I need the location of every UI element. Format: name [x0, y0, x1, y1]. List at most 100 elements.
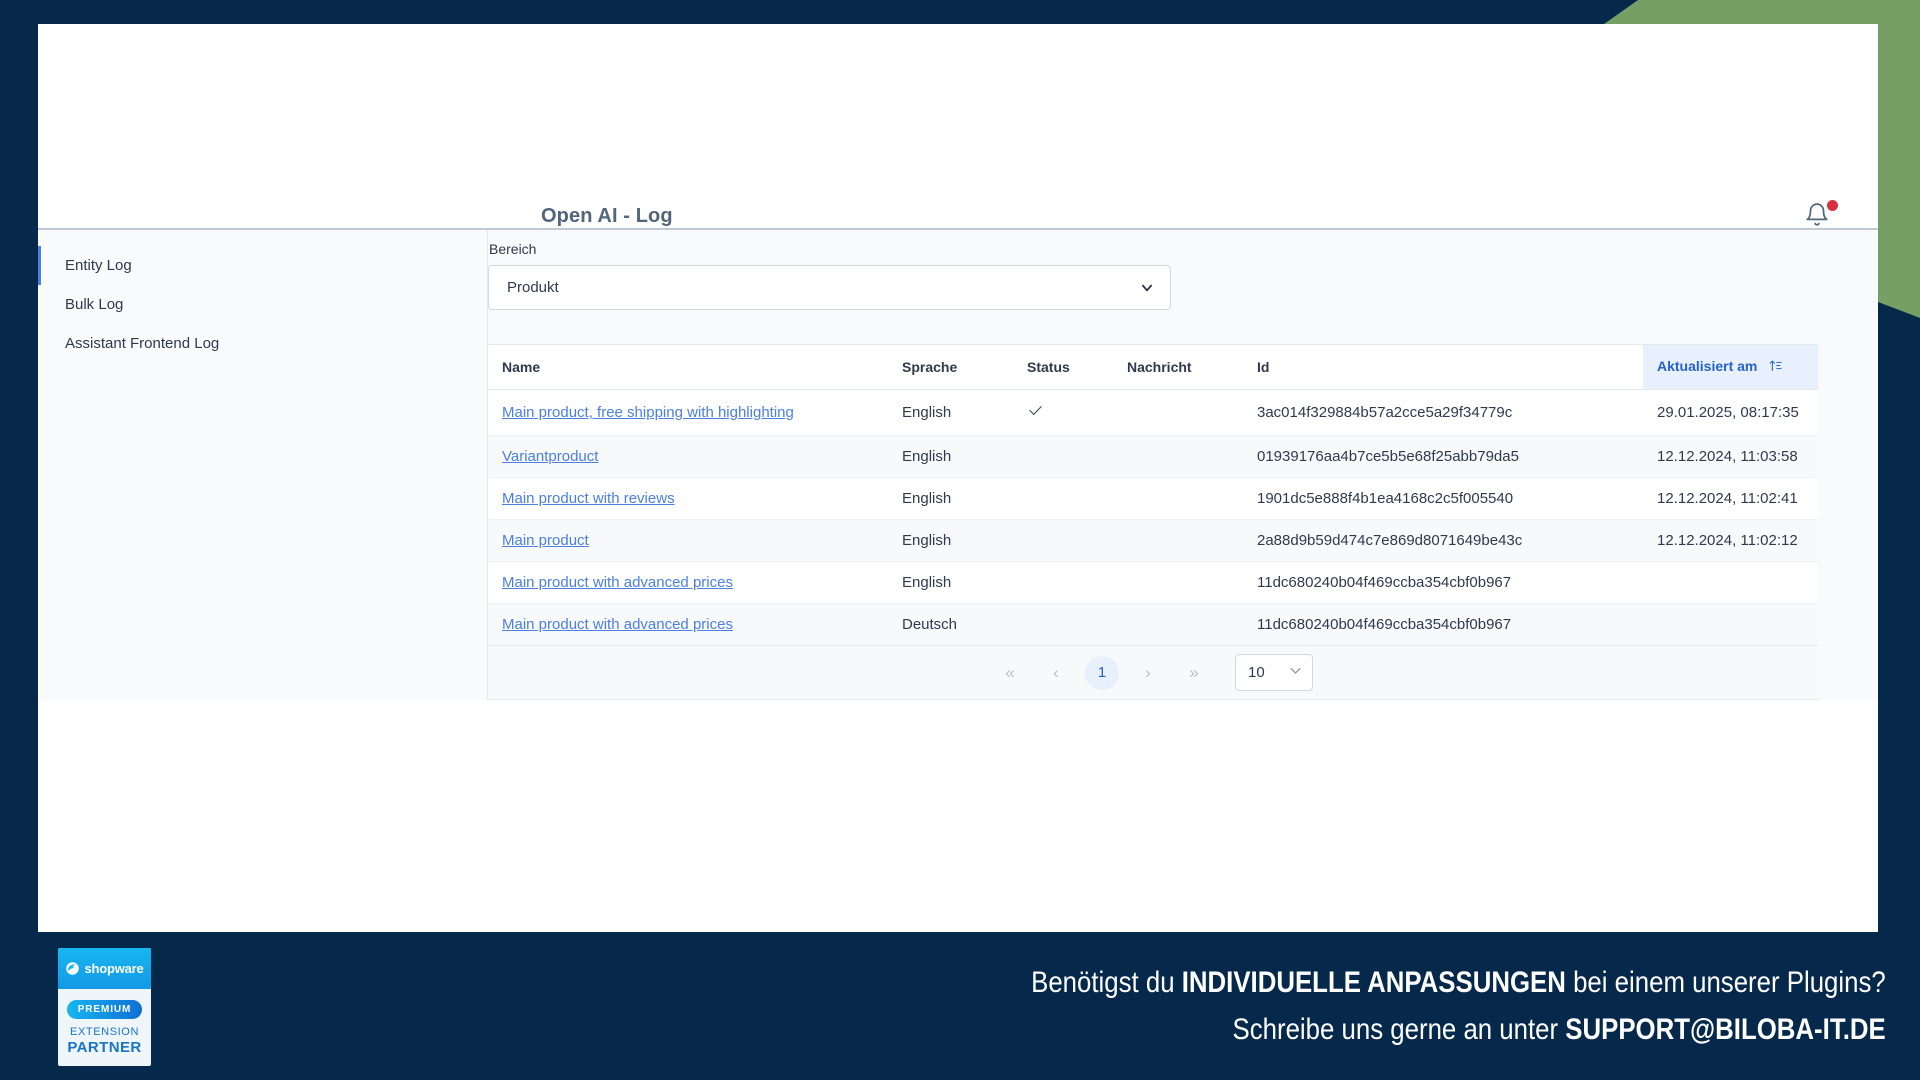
green-accent-right — [1878, 0, 1920, 318]
cell-name: Main product — [488, 519, 888, 562]
sidebar-item-assistant-frontend-log[interactable]: Assistant Frontend Log — [38, 324, 487, 363]
column-header-id[interactable]: Id — [1243, 345, 1643, 390]
log-table: Name Sprache Status Nachricht Id Aktuali… — [488, 344, 1818, 646]
chevron-down-icon — [1140, 281, 1154, 295]
promo-banner-text: Benötigst du INDIVIDUELLE ANPASSUNGEN be… — [892, 960, 1886, 1053]
promo-line-1-post: bei einem unserer Plugins? — [1566, 966, 1886, 999]
pagination-first-button[interactable]: « — [993, 656, 1027, 690]
cell-name: Main product, free shipping with highlig… — [488, 389, 888, 436]
cell-nachricht — [1113, 604, 1243, 646]
topbar: Open AI - Log — [38, 24, 1878, 230]
cell-aktualisiert-am: 29.01.2025, 08:17:35 — [1643, 389, 1818, 436]
cell-nachricht — [1113, 477, 1243, 520]
sidebar-item-label: Assistant Frontend Log — [65, 335, 220, 352]
cell-sprache: English — [888, 389, 1013, 436]
entity-name-link[interactable]: Main product with advanced prices — [502, 616, 733, 633]
admin-app-surface: Open AI - Log Entity Log Bulk Log Assist… — [38, 24, 1878, 932]
cell-sprache: English — [888, 435, 1013, 478]
shopware-logo: shopware — [58, 948, 151, 989]
cell-nachricht — [1113, 435, 1243, 478]
sidebar-item-entity-log[interactable]: Entity Log — [38, 246, 487, 285]
promo-line-1-pre: Benötigst du — [1031, 966, 1182, 999]
notification-unread-dot — [1827, 200, 1838, 211]
cell-status — [1013, 519, 1113, 562]
promo-line-1-strong: INDIVIDUELLE ANPASSUNGEN — [1181, 966, 1567, 999]
cell-status — [1013, 389, 1113, 436]
cell-id: 11dc680240b04f469ccba354cbf0b967 — [1257, 616, 1512, 633]
promo-line-1: Benötigst du INDIVIDUELLE ANPASSUNGEN be… — [1031, 960, 1886, 1007]
badge-extension-label: EXTENSION — [70, 1026, 139, 1038]
cell-sprache: English — [888, 561, 1013, 604]
shopware-wordmark: shopware — [84, 961, 144, 976]
cell-nachricht — [1113, 389, 1243, 436]
table-row: Main product English 2a88d9b59d474c7e869d8… — [488, 519, 1818, 562]
entity-name-link[interactable]: Main product with advanced prices — [502, 574, 733, 591]
cell-sprache: English — [888, 519, 1013, 562]
pagination: « ‹ 1 › » 10 — [488, 646, 1818, 700]
cell-id: 11dc680240b04f469ccba354cbf0b967 — [1243, 561, 1643, 604]
pagination-last-button[interactable]: » — [1177, 656, 1211, 690]
sidebar: Entity Log Bulk Log Assistant Frontend L… — [38, 230, 488, 700]
cell-name: Main product with advanced prices — [488, 604, 888, 646]
column-header-aktualisiert-am[interactable]: Aktualisiert am — [1643, 345, 1818, 390]
bereich-field-label: Bereich — [489, 241, 537, 257]
promo-line-2-strong: SUPPORT@BILOBA-IT.DE — [1565, 1012, 1886, 1046]
column-header-name[interactable]: Name — [488, 345, 888, 390]
content-area: Entity Log Bulk Log Assistant Frontend L… — [38, 230, 1878, 700]
cell-aktualisiert-am: 12.12.2024, 11:02:12 — [1643, 519, 1818, 562]
shopware-mark-icon — [66, 962, 80, 975]
cell-id: 3ac014f329884b57a2cce5a29f34779c — [1243, 389, 1643, 436]
cell-aktualisiert-am: 12.12.2024, 11:02:41 — [1643, 477, 1818, 520]
table-body: Main product, free shipping with highlig… — [488, 389, 1818, 646]
entity-name-link[interactable]: Main product, free shipping with highlig… — [502, 404, 794, 421]
badge-body: PREMIUM EXTENSION PARTNER — [58, 989, 151, 1056]
sort-ascending-icon — [1768, 360, 1783, 376]
cell-status — [1013, 561, 1113, 604]
bereich-select-value: Produkt — [507, 279, 559, 296]
table-row: Main product with reviews English 1901dc5e… — [488, 477, 1818, 520]
green-accent-top — [1604, 0, 1920, 24]
table-row: Main product, free shipping with highlig… — [488, 389, 1818, 436]
pagination-next-button[interactable]: › — [1131, 656, 1165, 690]
column-header-sprache[interactable]: Sprache — [888, 345, 1013, 390]
cell-status — [1013, 435, 1113, 478]
badge-premium-pill: PREMIUM — [66, 1000, 143, 1019]
sidebar-item-bulk-log[interactable]: Bulk Log — [38, 285, 487, 324]
cell-id: 2a88d9b59d474c7e869d8071649be43c — [1243, 519, 1643, 562]
cell-status — [1013, 604, 1113, 646]
page-size-select[interactable]: 10 — [1235, 654, 1313, 691]
check-icon — [1027, 402, 1044, 423]
pagination-page-1[interactable]: 1 — [1085, 655, 1119, 690]
promo-banner: shopware PREMIUM EXTENSION PARTNER Benöt… — [0, 932, 1920, 1080]
cell-aktualisiert-am — [1643, 604, 1818, 646]
entity-name-link[interactable]: Main product with reviews — [502, 490, 675, 507]
cell-nachricht — [1113, 519, 1243, 562]
entity-name-link[interactable]: Main product — [502, 532, 589, 549]
cell-sprache: English — [888, 477, 1013, 520]
cell-aktualisiert-am — [1643, 561, 1818, 604]
page-title: Open AI - Log — [541, 205, 673, 227]
bereich-select[interactable]: Produkt — [488, 265, 1171, 310]
column-header-status[interactable]: Status — [1013, 345, 1113, 390]
table-row: Main product with advanced prices English… — [488, 561, 1818, 604]
sidebar-item-label: Entity Log — [65, 257, 132, 274]
cell-name: Main product with advanced prices — [488, 561, 888, 604]
cell-id: 01939176aa4b7ce5b5e68f25abb79da5 — [1243, 435, 1643, 478]
table-row: Main product with advanced prices Deutsch… — [488, 603, 1818, 646]
cell-sprache: Deutsch — [902, 616, 958, 633]
cell-id: 1901dc5e888f4b1ea4168c2c5f005540 — [1243, 477, 1643, 520]
pagination-prev-button[interactable]: ‹ — [1039, 656, 1073, 690]
entity-name-link[interactable]: Variantproduct — [502, 448, 598, 465]
cell-name: Main product with reviews — [488, 477, 888, 520]
cell-status — [1013, 477, 1113, 520]
cell-nachricht — [1113, 561, 1243, 604]
promo-line-2-pre: Schreibe uns gerne an unter — [1232, 1012, 1566, 1046]
cell-name: Variantproduct — [488, 435, 888, 478]
table-row: Variantproduct English 01939176aa4b7ce5b5e… — [488, 435, 1818, 478]
page-size-value: 10 — [1248, 664, 1265, 681]
column-header-nachricht[interactable]: Nachricht — [1113, 345, 1243, 390]
shopware-premium-partner-badge: shopware PREMIUM EXTENSION PARTNER — [58, 948, 151, 1066]
badge-partner-label: PARTNER — [67, 1039, 142, 1056]
column-header-label: Aktualisiert am — [1657, 358, 1758, 374]
cell-aktualisiert-am: 12.12.2024, 11:03:58 — [1643, 435, 1818, 478]
